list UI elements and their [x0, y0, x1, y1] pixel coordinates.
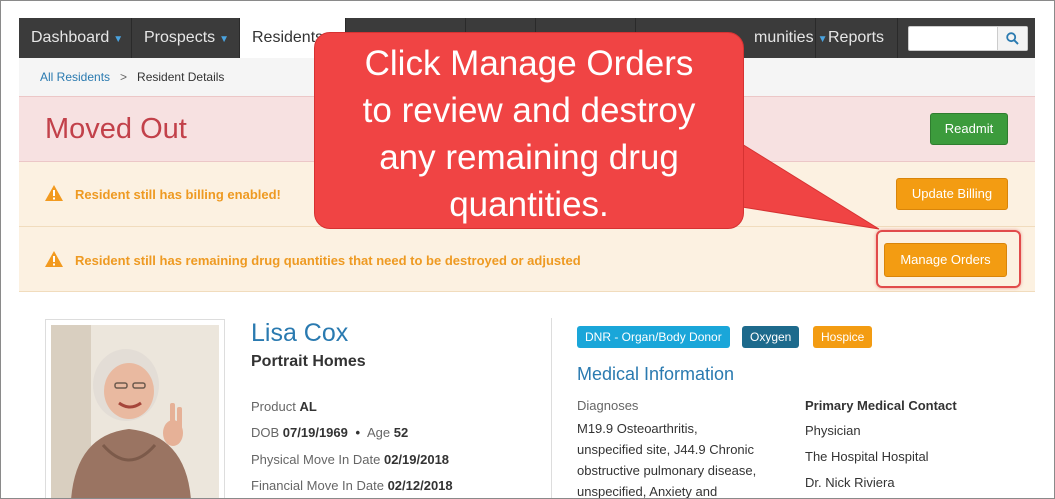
callout-line: to review and destroy: [362, 91, 696, 130]
manage-orders-highlight: [876, 230, 1021, 288]
callout-line: quantities.: [449, 185, 609, 224]
tutorial-callout-text: Click Manage Orders to review and destro…: [314, 40, 744, 228]
callout-line: Click Manage Orders: [364, 44, 694, 83]
screenshot-frame: Dashboard ▼ Prospects ▼ Residents munities…: [0, 0, 1055, 499]
callout-line: any remaining drug: [379, 138, 679, 177]
